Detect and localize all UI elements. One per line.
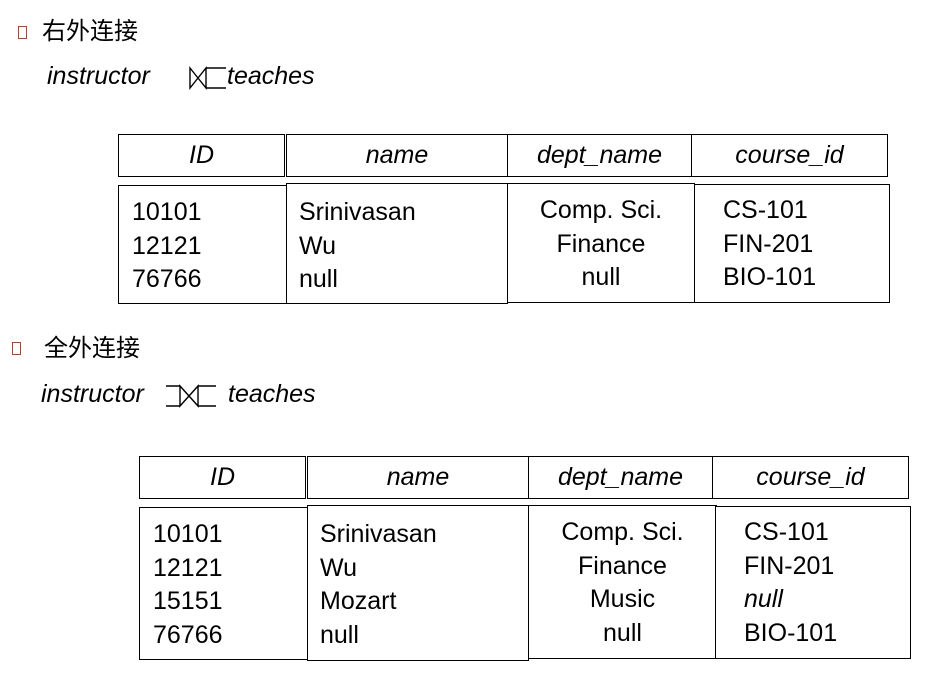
section2-header-id: ID [139, 456, 306, 499]
section2-name-cell: null [320, 620, 359, 649]
section1-right-operand: teaches [227, 62, 315, 90]
section1-id-cell: 12121 [132, 231, 202, 260]
section1-dept-name-cell: Finance [556, 229, 646, 258]
section2-header-dept-name: dept_name [528, 456, 713, 499]
section2-dept-name-column: Comp. Sci. Finance Music null [528, 505, 717, 659]
section2-header-course-id: course_id [712, 456, 909, 499]
section1-header-course-id: course_id [691, 134, 888, 177]
section1-course-id-cell: BIO-101 [723, 263, 817, 291]
section2-course-id-cell-null: null [744, 585, 783, 613]
section2-name-column: Srinivasan Wu Mozart null [307, 505, 529, 661]
section2-id-cell: 15151 [153, 587, 223, 615]
section1-course-id-cell: CS-101 [723, 196, 808, 224]
section2-course-id-column: CS-101 FIN-201 null BIO-101 [715, 506, 911, 659]
section1-dept-name-cell: null [581, 263, 621, 291]
section1-header-name: name [286, 134, 508, 177]
section1-id-column: 10101 12121 76766 [118, 185, 287, 304]
section2-course-id-cell: FIN-201 [744, 551, 835, 580]
section2-dept-name-cell: null [603, 618, 642, 647]
section2-dept-name-cell: Finance [578, 551, 667, 580]
section1-name-column: Srinivasan Wu null [286, 183, 508, 304]
section1-name-cell: Srinivasan [299, 198, 416, 226]
section2-left-operand: instructor [41, 380, 144, 408]
hollow-square-bullet-icon [18, 26, 27, 39]
section2-heading: 全外连接 [44, 334, 140, 362]
section1-course-id-cell: FIN-201 [723, 229, 814, 258]
full-outer-join-icon [164, 382, 220, 410]
section2-id-column: 10101 12121 15151 76766 [139, 507, 309, 660]
right-outer-join-icon [188, 64, 228, 92]
section2-course-id-cell: CS-101 [744, 518, 829, 546]
section1-name-cell: Wu [299, 231, 337, 260]
section2-dept-name-cell: Comp. Sci. [561, 518, 684, 546]
section2-id-cell: 76766 [153, 620, 223, 649]
section2-right-operand: teaches [228, 380, 316, 408]
section2-dept-name-cell: Music [589, 585, 656, 613]
section1-name-cell: null [299, 265, 338, 293]
section1-dept-name-column: Comp. Sci. Finance null [507, 183, 695, 303]
section1-heading: 右外连接 [42, 17, 138, 45]
section2-header-name: name [307, 456, 529, 499]
hollow-square-bullet-icon [12, 342, 21, 355]
section1-dept-name-cell: Comp. Sci. [539, 196, 663, 224]
section2-course-id-cell: BIO-101 [744, 618, 838, 647]
section2-name-cell: Mozart [320, 587, 397, 615]
section2-name-cell: Srinivasan [320, 520, 437, 548]
section2-id-cell: 12121 [153, 553, 223, 582]
section1-id-cell: 76766 [132, 265, 202, 293]
section1-left-operand: instructor [47, 62, 150, 90]
section1-header-dept-name: dept_name [507, 134, 692, 177]
section1-course-id-column: CS-101 FIN-201 BIO-101 [694, 184, 890, 303]
section2-name-cell: Wu [320, 553, 358, 582]
section1-header-id: ID [118, 134, 285, 177]
section1-id-cell: 10101 [132, 198, 202, 226]
section2-id-cell: 10101 [153, 520, 223, 548]
